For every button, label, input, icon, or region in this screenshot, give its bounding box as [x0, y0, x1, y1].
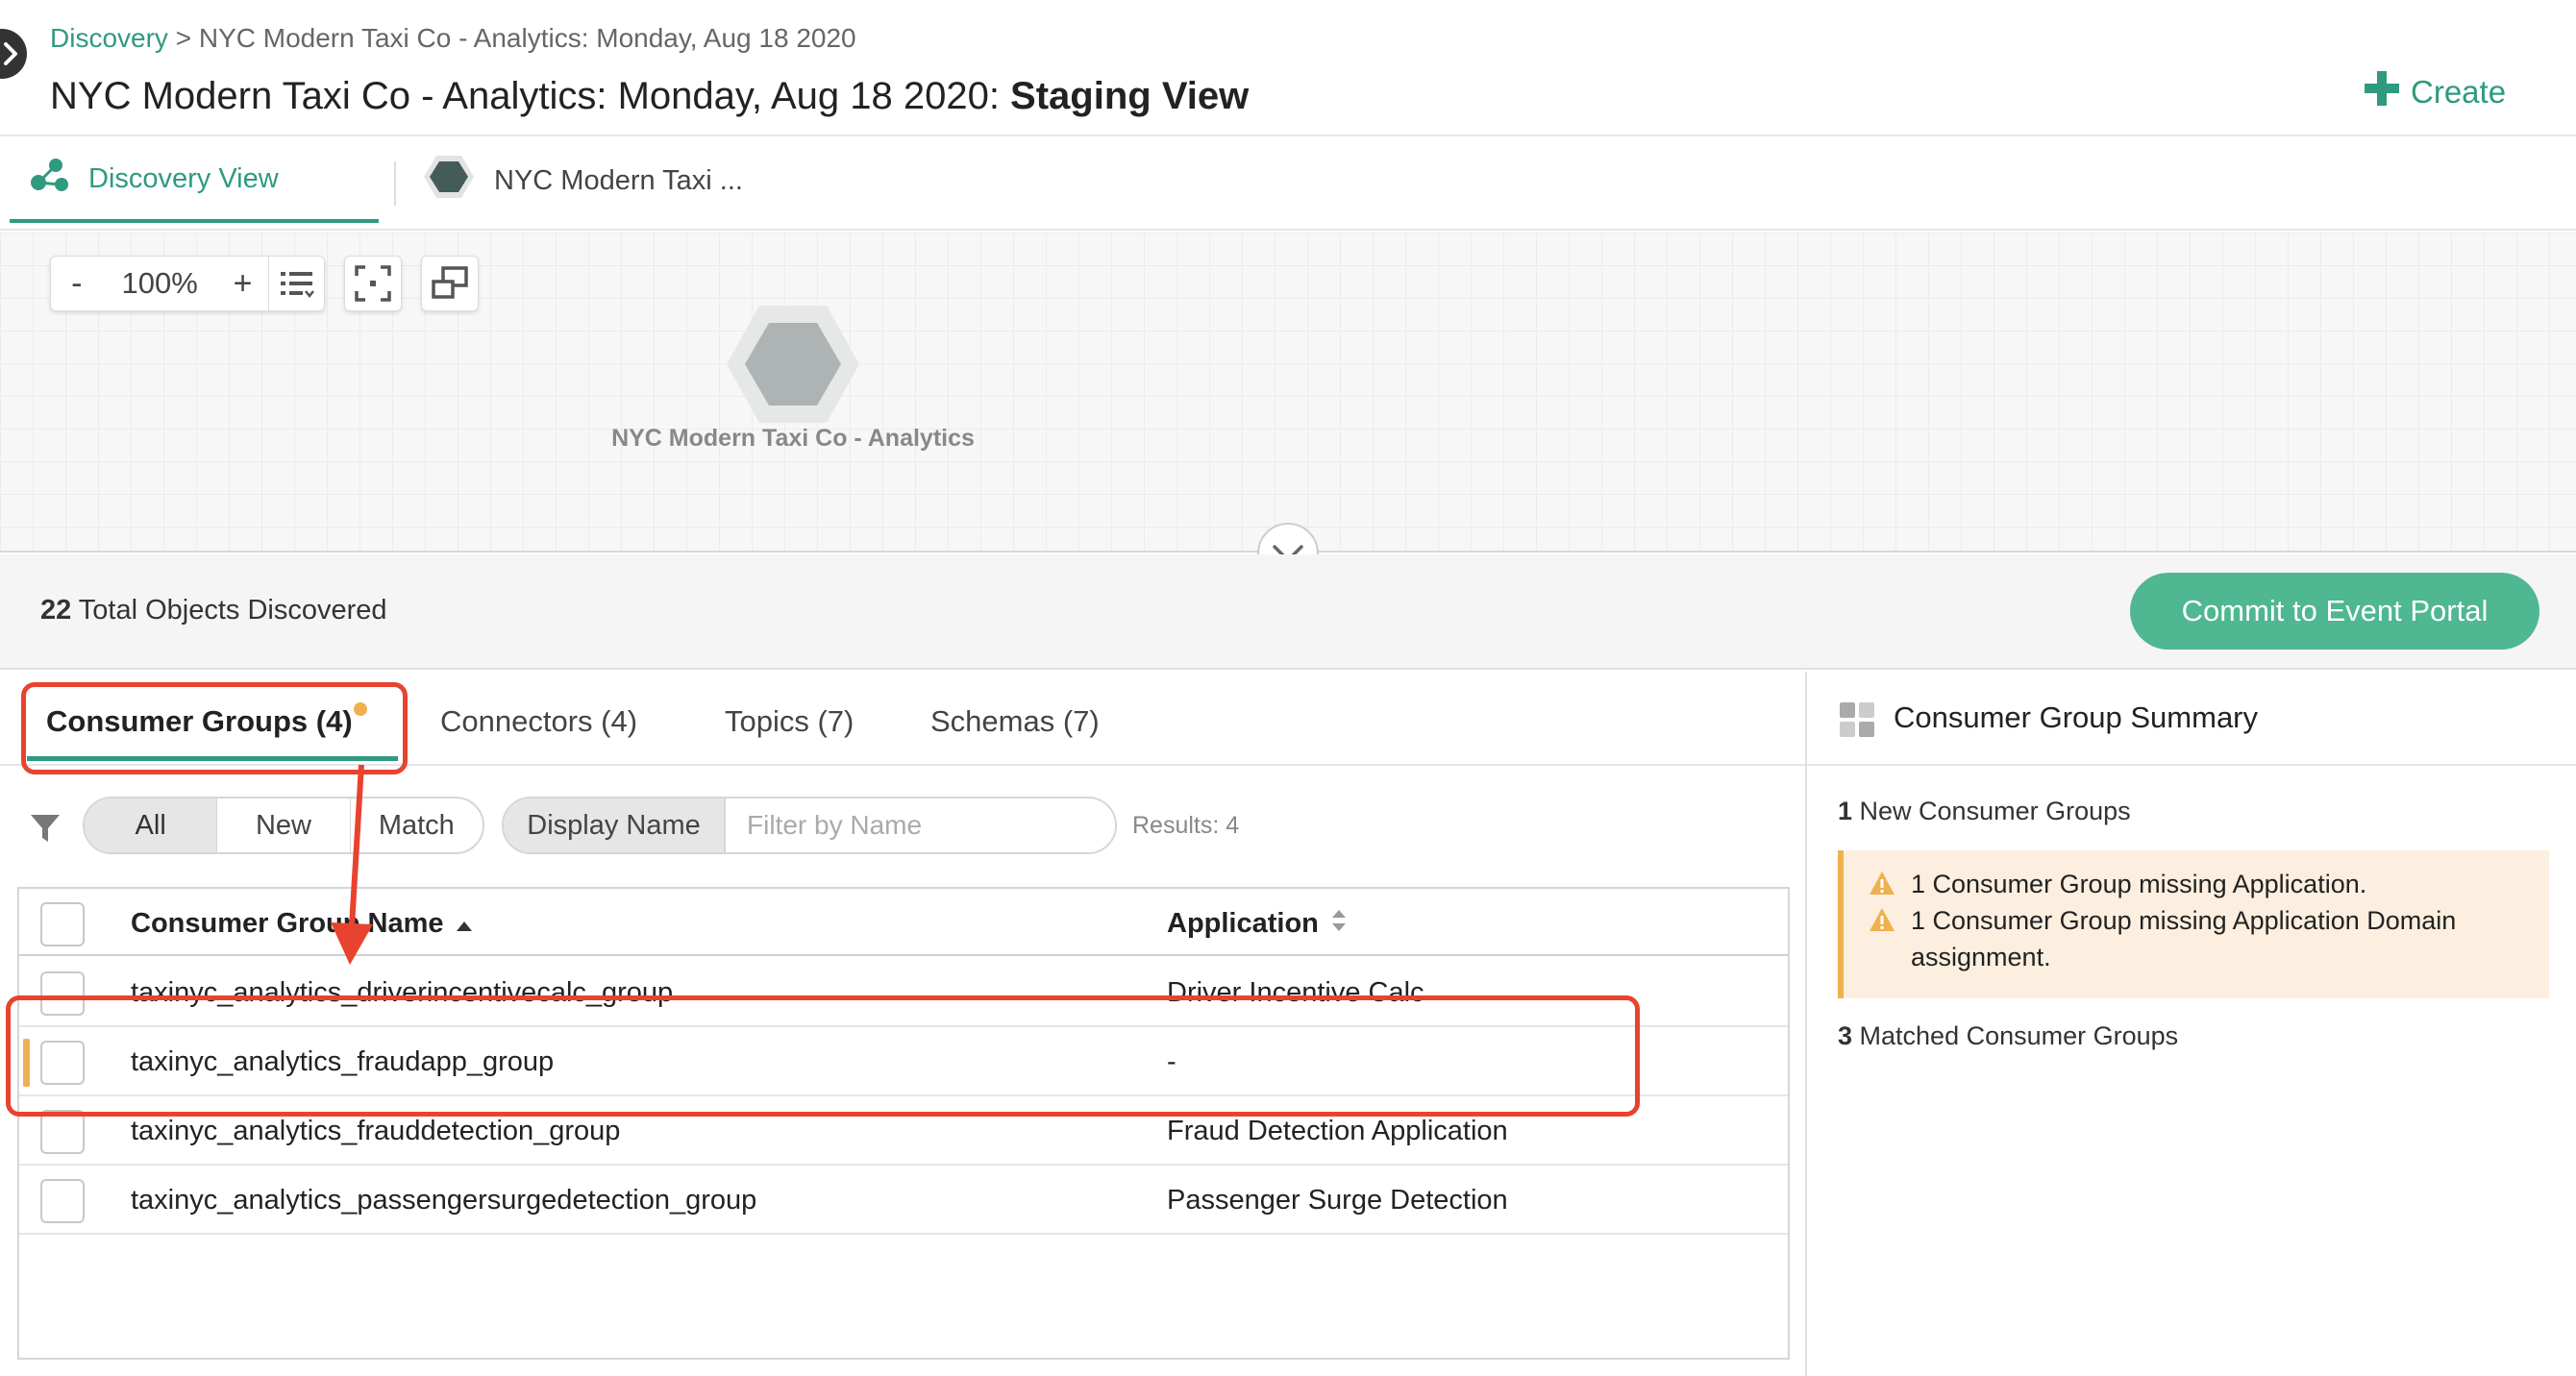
select-all-checkbox[interactable] [40, 902, 85, 946]
filter-bar: All New Match Display Name Results: 4 [0, 768, 1805, 885]
matched-label: Matched Consumer Groups [1852, 1021, 2179, 1050]
zoom-in-button[interactable]: + [217, 265, 269, 303]
graph-canvas[interactable]: - 100% + NYC Modern Taxi Co - Analytics [0, 233, 2576, 584]
filter-new-button[interactable]: New [216, 799, 349, 852]
warning-item: 1 Consumer Group missing Application Dom… [1869, 902, 2532, 975]
table-row[interactable]: taxinyc_analytics_driverincentivecalc_gr… [19, 958, 1788, 1027]
zoom-level: 100% [121, 266, 198, 300]
view-tabs: Discovery View NYC Modern Taxi ... [0, 138, 2576, 231]
consumer-group-name: taxinyc_analytics_driverincentivecalc_gr… [131, 977, 674, 1008]
matched-count: 3 [1838, 1021, 1853, 1050]
collapse-icon[interactable] [0, 29, 27, 79]
list-icon[interactable] [268, 257, 324, 310]
object-type-tabs: Consumer Groups (4) Connectors (4) Topic… [0, 672, 1805, 766]
total-objects-label: Total Objects Discovered [71, 595, 387, 626]
total-objects-text: 22 Total Objects Discovered [40, 595, 387, 627]
warning-item: 1 Consumer Group missing Application. [1869, 866, 2366, 902]
tab-discovery-view[interactable]: Discovery View [10, 138, 379, 223]
warning-text: 1 Consumer Group missing Application Dom… [1911, 906, 2457, 971]
page-title: NYC Modern Taxi Co - Analytics: Monday, … [50, 75, 1249, 118]
zoom-control: - 100% + [50, 256, 325, 311]
summary-panel-header: Consumer Group Summary [1807, 672, 2576, 766]
consumer-groups-table: Consumer Group Name Application taxinyc_… [17, 887, 1790, 1360]
table-row[interactable]: taxinyc_analytics_passengersurgedetectio… [19, 1166, 1788, 1235]
row-checkbox[interactable] [40, 1041, 85, 1085]
new-item-marker [23, 1039, 30, 1087]
row-checkbox[interactable] [40, 1179, 85, 1223]
application-name: - [1167, 1046, 1177, 1077]
discovery-summary-bar: 22 Total Objects Discovered Commit to Ev… [0, 554, 2576, 670]
filter-match-button[interactable]: Match [349, 799, 483, 852]
zoom-out-button[interactable]: - [51, 265, 103, 303]
tab-domain-label: NYC Modern Taxi ... [494, 164, 743, 196]
warning-icon [1869, 870, 1895, 897]
page-header: Discovery > NYC Modern Taxi Co - Analyti… [0, 0, 2576, 136]
row-checkbox[interactable] [40, 971, 85, 1016]
tab-discovery-label: Discovery View [88, 162, 279, 194]
status-filter-segmented: All New Match [83, 797, 484, 854]
name-filter: Display Name [502, 797, 1117, 854]
column-header-name-label: Consumer Group Name [131, 908, 444, 939]
breadcrumb-current: NYC Modern Taxi Co - Analytics: Monday, … [198, 23, 856, 53]
row-checkbox[interactable] [40, 1110, 85, 1154]
tab-application-domain[interactable]: NYC Modern Taxi ... [423, 138, 743, 223]
application-name: Driver Incentive Calc [1167, 977, 1424, 1008]
consumer-group-summary-panel: Consumer Group Summary 1 New Consumer Gr… [1805, 672, 2576, 1376]
matched-consumer-groups-text: 3 Matched Consumer Groups [1838, 1021, 2178, 1051]
filter-field-select[interactable]: Display Name [504, 799, 726, 852]
breadcrumb-discovery-link[interactable]: Discovery [50, 23, 168, 53]
consumer-group-name: taxinyc_analytics_fraudapp_group [131, 1046, 555, 1077]
hexagon-icon [423, 154, 475, 208]
warning-icon [1869, 906, 1895, 933]
warning-text: 1 Consumer Group missing Application. [1911, 870, 2367, 898]
table-row-flagged[interactable]: taxinyc_analytics_fraudapp_group - [19, 1027, 1788, 1096]
tab-schemas[interactable]: Schemas (7) [930, 704, 1100, 739]
fit-screen-icon[interactable] [344, 256, 402, 311]
new-count: 1 [1838, 797, 1853, 825]
application-name: Fraud Detection Application [1167, 1116, 1508, 1146]
table-row[interactable]: taxinyc_analytics_frauddetection_group F… [19, 1096, 1788, 1166]
node-label: NYC Modern Taxi Co - Analytics [611, 425, 975, 452]
layout-icon[interactable] [421, 256, 479, 311]
table-header-row: Consumer Group Name Application [19, 889, 1788, 956]
breadcrumb-separator: > [175, 23, 192, 53]
create-button[interactable]: Create [2363, 71, 2506, 113]
consumer-group-name: taxinyc_analytics_frauddetection_group [131, 1116, 621, 1146]
summary-grid-icon [1838, 700, 1876, 739]
column-header-application-label: Application [1167, 908, 1319, 939]
tab-topics[interactable]: Topics (7) [725, 704, 854, 739]
commit-to-event-portal-button[interactable]: Commit to Event Portal [2130, 573, 2539, 650]
breadcrumb: Discovery > NYC Modern Taxi Co - Analyti… [50, 23, 856, 54]
summary-panel-title: Consumer Group Summary [1894, 700, 2259, 734]
tab-consumer-groups[interactable]: Consumer Groups (4) [46, 704, 353, 739]
consumer-group-name: taxinyc_analytics_passengersurgedetectio… [131, 1185, 757, 1216]
sort-icon [1330, 908, 1348, 941]
column-header-application[interactable]: Application [1167, 908, 1348, 941]
total-objects-count: 22 [40, 595, 72, 626]
filter-icon[interactable] [29, 812, 62, 845]
page-title-main: NYC Modern Taxi Co - Analytics: Monday, … [50, 75, 1011, 117]
new-label: New Consumer Groups [1852, 797, 2131, 825]
create-label: Create [2411, 74, 2507, 110]
tab-connectors[interactable]: Connectors (4) [440, 704, 637, 739]
page-title-view: Staging View [1010, 75, 1250, 117]
tab-divider [394, 161, 396, 206]
application-name: Passenger Surge Detection [1167, 1185, 1508, 1216]
new-consumer-groups-text: 1 New Consumer Groups [1838, 797, 2131, 826]
plus-icon [2363, 69, 2401, 115]
results-count: Results: 4 [1132, 812, 1240, 839]
discovery-graph-icon [27, 156, 71, 202]
application-domain-node[interactable] [725, 304, 861, 425]
filter-by-name-input[interactable] [726, 799, 1115, 852]
column-header-name[interactable]: Consumer Group Name [131, 908, 473, 941]
sort-asc-icon [456, 909, 473, 941]
new-items-badge [354, 702, 367, 716]
filter-all-button[interactable]: All [85, 799, 217, 852]
warnings-box: 1 Consumer Group missing Application. 1 … [1838, 850, 2549, 998]
active-tab-underline [27, 756, 398, 761]
